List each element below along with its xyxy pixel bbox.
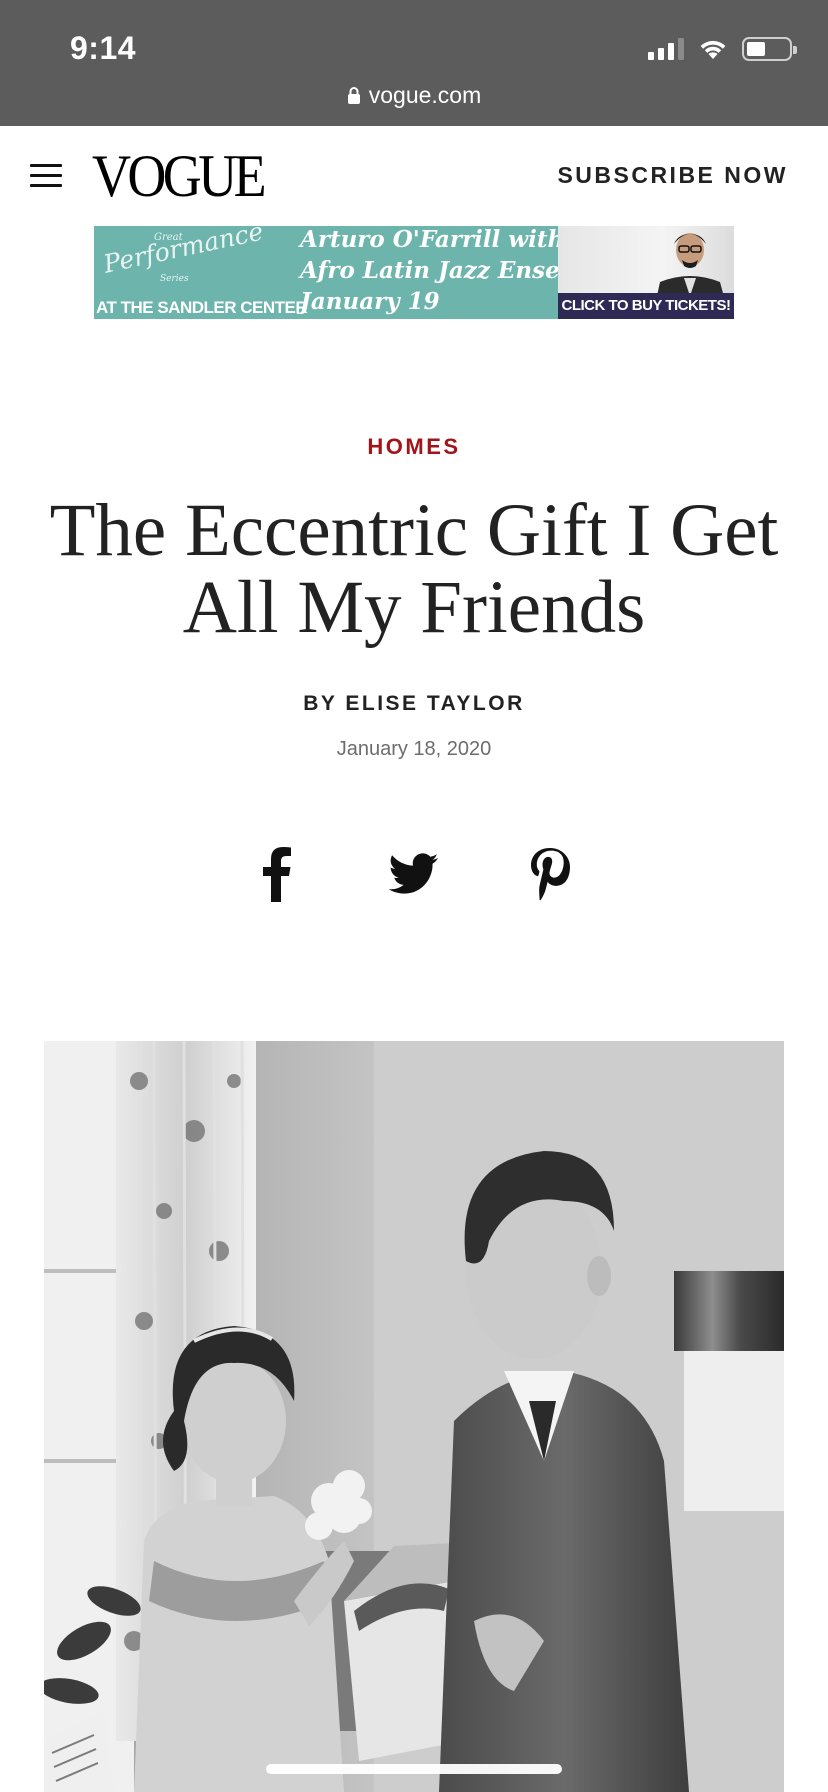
url-domain: vogue.com [368,81,482,108]
hero-photo-illustration [44,1041,784,1792]
article-title: The Eccentric Gift I Get All My Friends [49,489,779,649]
menu-icon[interactable] [30,164,62,188]
page: 9:14 vogue.com VOGUE SUBSCRIBE NOW Great… [0,0,828,1792]
vogue-logo[interactable]: VOGUE [92,144,267,208]
article-date: January 18, 2020 [336,738,492,760]
site-header: VOGUE SUBSCRIBE NOW [0,126,828,222]
facebook-icon[interactable] [262,846,292,902]
twitter-icon[interactable] [389,846,439,902]
cellular-signal-icon [648,38,684,60]
ad-photo: CLICK TO BUY TICKETS! [558,226,734,319]
lock-icon [347,86,360,104]
article-byline[interactable]: BY ELISE TAYLOR [0,692,828,716]
home-indicator[interactable] [266,1764,562,1774]
section-label[interactable]: HOMES [0,434,828,460]
subscribe-button[interactable]: SUBSCRIBE NOW [557,162,788,189]
ad-series-name: Performance [100,226,266,279]
status-time: 9:14 [70,30,137,66]
ad-banner[interactable]: Great Performance Series AT THE SANDLER … [94,226,734,319]
ad-series-logo: Great Performance Series [100,226,266,290]
battery-icon [742,37,797,61]
ad-venue: AT THE SANDLER CENTER [96,298,308,317]
status-bar: 9:14 vogue.com [0,0,828,126]
status-icons [648,36,797,62]
wifi-icon [700,40,726,59]
ad-series-bottom: Series [160,274,189,284]
ad-buy-tickets-button[interactable]: CLICK TO BUY TICKETS! [558,293,734,319]
pinterest-icon[interactable] [529,846,571,902]
share-bar [0,846,828,906]
hero-image [44,1041,784,1792]
url-bar[interactable]: vogue.com [0,80,828,110]
